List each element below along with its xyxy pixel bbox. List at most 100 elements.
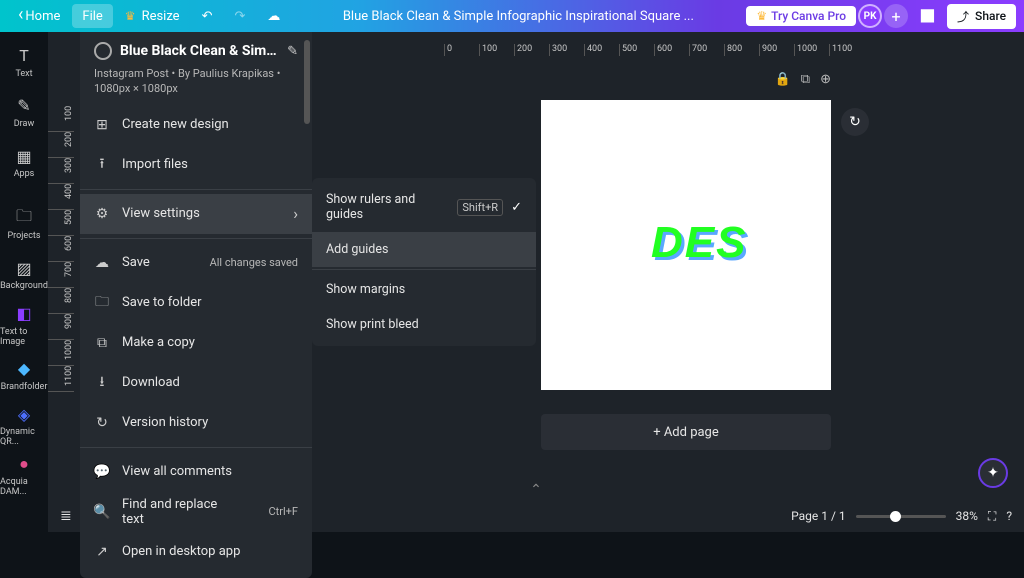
rail-acquia[interactable]: ●Acquia DAM... [0,452,48,500]
menu-create-design[interactable]: ⊞Create new design [80,105,312,145]
submenu-show-rulers[interactable]: Show rulers and guides Shift+R [312,182,536,232]
comment-icon: 💬 [94,464,110,480]
search-icon: 🔍 [94,504,110,520]
document-title[interactable]: Blue Black Clean & Simple Infographic In… [343,9,694,24]
ruler-tick: 1000 [794,44,829,56]
ruler-tick: 200 [48,132,74,158]
file-button[interactable]: File [72,4,112,28]
menu-find-replace[interactable]: 🔍Find and replace textCtrl+F [80,492,312,532]
menu-label: Save to folder [122,295,202,310]
ruler-tick: 300 [48,158,74,184]
edit-title-icon[interactable] [287,44,298,59]
apps-icon: ▦ [14,146,34,166]
menu-label: View all comments [122,464,232,479]
scrollbar[interactable] [304,40,310,124]
ruler-tick: 1100 [48,366,74,392]
avatar[interactable]: PK [858,4,882,28]
slider-knob[interactable] [890,511,901,522]
cloud-icon: ☁ [267,9,280,24]
notes-icon[interactable] [60,508,72,524]
design-canvas[interactable]: DES [541,100,831,390]
menu-separator [80,189,312,190]
collapse-icon[interactable]: ⌃ [530,482,542,498]
folder-icon: 🗀 [94,291,110,315]
rail-label: Dynamic QR... [0,427,48,447]
menu-import-files[interactable]: ⭱Import files [80,145,312,185]
submenu-add-guides[interactable]: Add guides [312,232,536,267]
save-status: All changes saved [210,256,298,269]
share-button[interactable]: Share [947,4,1016,29]
page-actions: 🔒 ⧉ ⊕ [775,72,831,87]
add-page-button[interactable]: + Add page [541,414,831,450]
design-meta: Instagram Post • By Paulius Krapikas • 1… [94,66,298,97]
ruler-tick: 600 [654,44,689,56]
help-icon[interactable]: ? [1006,509,1012,523]
rail-label: Apps [14,169,35,179]
resize-label: Resize [142,9,180,24]
rail-brandfolder[interactable]: ◆Brandfolder [0,351,48,399]
menu-label: Download [122,375,180,390]
menu-download[interactable]: ⭳ Download [80,363,312,403]
menu-view-settings[interactable]: ⚙View settings [80,194,312,234]
rail-label: Acquia DAM... [0,477,48,497]
canvas-text[interactable]: DES [651,218,747,268]
page-indicator[interactable]: Page 1 / 1 [791,509,846,523]
ruler-tick: 600 [48,236,74,262]
undo-button[interactable]: ↶ [192,4,223,28]
vertical-ruler: 100 200 300 400 500 600 700 800 900 1000… [48,56,74,500]
submenu-show-print-bleed[interactable]: Show print bleed [312,307,536,342]
ruler-tick: 700 [689,44,724,56]
add-page-icon[interactable]: ⊕ [820,72,831,87]
download-icon: ⭳ [94,371,110,395]
brandfolder-icon: ◆ [14,359,34,379]
menu-save[interactable]: ☁SaveAll changes saved [80,243,312,283]
duplicate-page-icon[interactable]: ⧉ [801,72,810,87]
magic-button[interactable]: ✦ [978,458,1008,488]
lock-icon[interactable]: 🔒 [775,72,791,87]
invite-button[interactable]: + [884,4,908,28]
chart-icon [920,9,935,24]
crown-icon [125,9,136,24]
qr-icon: ◈ [14,404,34,424]
ruler-tick: 900 [48,314,74,340]
file-menu-header: Blue Black Clean & Simple I... Instagram… [80,32,312,105]
rail-dynamic-qr[interactable]: ◈ Dynamic QR... [0,402,48,450]
menu-version-history[interactable]: ↻Version history [80,403,312,443]
menu-view-comments[interactable]: 💬 View all comments [80,452,312,492]
insights-button[interactable] [910,4,945,28]
submenu-separator [312,269,536,270]
ruler-tick: 500 [48,210,74,236]
try-pro-label: Try Canva Pro [771,9,846,23]
fullscreen-icon[interactable] [988,509,996,524]
menu-save-folder[interactable]: 🗀 Save to folder [80,283,312,323]
try-pro-button[interactable]: Try Canva Pro [746,6,856,26]
folder-icon: 🗀 [14,208,34,228]
rail-draw[interactable]: ✎Draw [0,88,48,136]
zoom-value[interactable]: 38% [956,509,978,523]
menu-make-copy[interactable]: ⧉Make a copy [80,323,312,363]
rail-label: Draw [14,119,34,129]
ruler-tick: 400 [584,44,619,56]
back-button[interactable]: Home [8,4,70,28]
sync-button[interactable]: ☁ [257,4,290,28]
rail-text-to-image[interactable]: ◧Text to Image [0,301,48,349]
ruler-tick: 200 [514,44,549,56]
menu-label: Create new design [122,117,229,132]
menu-separator [80,447,312,448]
redo-button[interactable]: ↷ [225,4,256,28]
zoom-slider[interactable] [856,515,946,518]
ruler-tick: 900 [759,44,794,56]
ruler-tick: 500 [619,44,654,56]
refresh-button[interactable]: ↻ [841,108,869,136]
design-title[interactable]: Blue Black Clean & Simple I... [120,43,279,59]
submenu-show-margins[interactable]: Show margins [312,272,536,307]
rail-text[interactable]: TText [0,38,48,86]
ruler-tick: 100 [48,106,74,132]
text-icon: T [14,46,34,66]
rail-background[interactable]: ▨Background [0,251,48,299]
rail-apps[interactable]: ▦ Apps [0,139,48,187]
rail-projects[interactable]: 🗀Projects [0,200,48,248]
resize-button[interactable]: Resize [115,4,190,28]
menu-label: Find and replace text [122,497,232,527]
menu-open-desktop[interactable]: ↗Open in desktop app [80,532,312,572]
